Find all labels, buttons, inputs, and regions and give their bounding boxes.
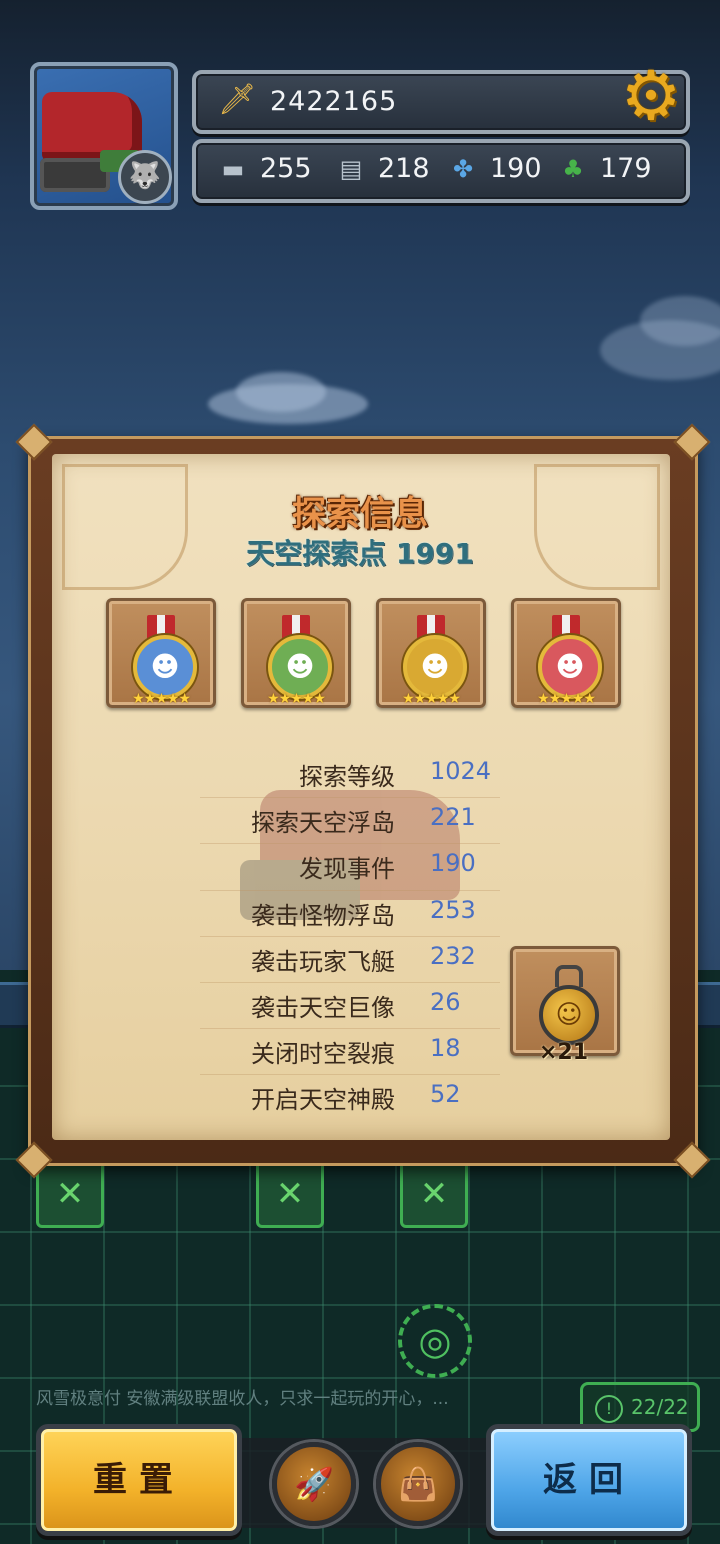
stat-row: 袭击玩家飞艇 232 [200,937,500,983]
stat-value: 18 [430,1034,461,1063]
reward-count: ×21 [539,1040,589,1065]
stat-row: 开启天空神殿 52 [200,1075,500,1120]
back-button[interactable]: 返回 [486,1424,692,1536]
medal-card[interactable]: ☻ ★★★★★ [376,598,486,708]
star-rating: ★★★★★ [402,691,461,707]
stat-label: 探索天空浮岛 [251,809,395,838]
crossed-swords-tile-icon[interactable]: ✕ [36,1160,104,1228]
resource-value: 190 [490,153,542,184]
red-boar-medal-icon: ☻ [538,635,602,699]
sword-icon: 🗡 [218,82,257,117]
stat-value: 221 [430,803,476,832]
stat-value: 190 [430,849,476,878]
stat-row: 袭击天空巨像 26 [200,983,500,1030]
clover-icon: ♣ [562,154,584,183]
resource-clover: ♣ 179 [556,153,652,184]
stat-row: 袭击怪物浮岛 253 [200,891,500,937]
power-value: 2422165 [270,86,398,117]
resource-paper: ▤ 218 [334,153,430,184]
stat-label: 袭击玩家飞艇 [251,947,395,976]
medal-card[interactable]: ☻ ★★★★★ [106,598,216,708]
star-rating: ★★★★★ [267,691,326,707]
stat-label: 关闭时空裂痕 [251,1040,395,1069]
fan-icon: ✤ [452,154,474,183]
resource-tank: ▬ 255 [216,153,312,184]
green-beast-medal-icon: ☻ [268,635,332,699]
crossed-swords-tile-icon[interactable]: ✕ [400,1160,468,1228]
alert-icon: ! [595,1394,623,1423]
stat-row: 关闭时空裂痕 18 [200,1029,500,1076]
chat-message[interactable]: 风雪极意付 安徽满级联盟收人，只求一起玩的开心，... [36,1384,449,1409]
stat-row: 探索天空浮岛 221 [200,798,500,845]
tank-icon: ▬ [221,154,245,183]
stat-label: 发现事件 [299,855,395,884]
blue-monkey-medal-icon: ☻ [133,635,197,699]
stats-list: 探索等级 1024 探索天空浮岛 221 发现事件 190 袭击怪物浮岛 253… [200,752,500,1121]
panel-title: 探索信息 [292,494,428,534]
gold-warrior-medal-icon: ☻ [403,635,467,699]
medal-card[interactable]: ☻ ★★★★★ [241,598,351,708]
stat-value: 232 [430,941,476,970]
resource-fan: ✤ 190 [446,153,542,184]
star-rating: ★★★★★ [132,691,191,707]
medal-card[interactable]: ☻ ★★★★★ [511,598,621,708]
resource-bar: ▬ 255 ▤ 218 ✤ 190 ♣ 179 [192,139,690,203]
stat-value: 26 [430,987,461,1016]
rocket-icon[interactable]: 🚀 [272,1442,356,1526]
stat-value: 52 [430,1080,461,1109]
counter-value: 22/22 [631,1395,689,1419]
vortex-tile-icon[interactable]: ◎ [398,1304,472,1378]
bag-icon[interactable]: 👜 [376,1442,460,1526]
panel-subtitle: 天空探索点 1991 [246,537,474,570]
stat-row: 探索等级 1024 [200,752,500,799]
stat-row: 发现事件 190 [200,844,500,891]
power-bar: 🗡 2422165 ⚙ [192,60,690,134]
star-rating: ★★★★★ [537,691,596,707]
stat-value: 253 [430,895,476,924]
player-avatar[interactable]: 🐺 [30,62,178,210]
stat-label: 开启天空神殿 [251,1086,395,1115]
stat-label: 袭击天空巨像 [251,993,395,1022]
resource-value: 218 [378,153,430,184]
reward-card[interactable]: ☺ ×21 [510,946,620,1065]
wolf-badge-icon: 🐺 [118,150,172,204]
reset-button[interactable]: 重置 [36,1424,242,1536]
resource-value: 179 [600,153,652,184]
stat-label: 袭击怪物浮岛 [251,901,395,930]
crossed-swords-tile-icon[interactable]: ✕ [256,1160,324,1228]
settings-gear-icon[interactable]: ⚙ [614,60,688,134]
gold-medal-reward-icon: ☺ [539,985,599,1045]
stat-value: 1024 [430,757,492,785]
resource-value: 255 [260,153,312,184]
paper-icon: ▤ [339,154,363,183]
stat-label: 探索等级 [299,763,395,791]
